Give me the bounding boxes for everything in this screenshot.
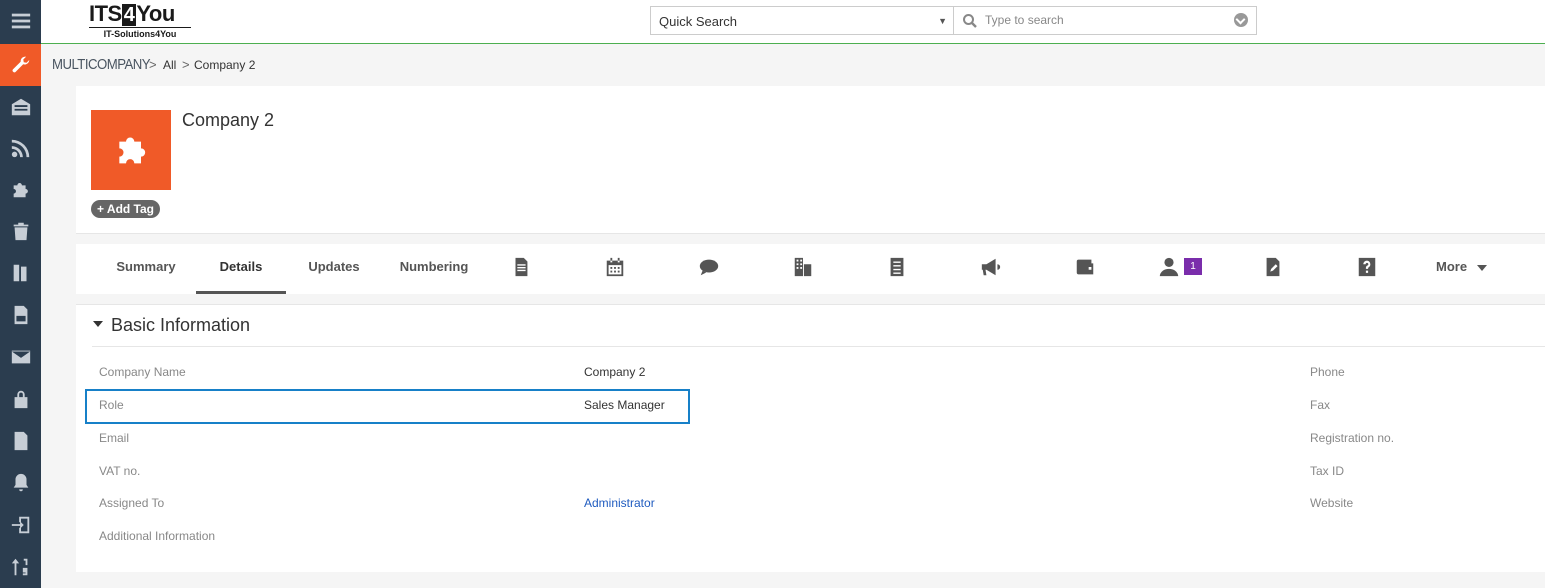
wallet-icon[interactable] bbox=[1072, 254, 1098, 280]
chevron-right-icon: > bbox=[149, 57, 157, 72]
wrench-icon[interactable] bbox=[0, 44, 41, 86]
puzzle-icon bbox=[119, 137, 146, 164]
chevron-right-icon: > bbox=[182, 57, 190, 72]
user-icon[interactable] bbox=[1156, 254, 1182, 280]
field-label-email: Email bbox=[99, 431, 130, 445]
more-tabs-button[interactable]: More bbox=[1436, 244, 1487, 290]
field-value-assigned-to[interactable]: Administrator bbox=[584, 496, 655, 510]
breadcrumb-module[interactable]: MULTICOMPANY bbox=[52, 56, 151, 73]
trash-icon[interactable] bbox=[0, 210, 41, 252]
logo-text-4: 4 bbox=[121, 4, 137, 26]
list-icon[interactable] bbox=[884, 254, 910, 280]
tab-updates[interactable]: Updates bbox=[294, 244, 374, 294]
global-search bbox=[954, 6, 1257, 35]
bell-icon[interactable] bbox=[0, 462, 41, 504]
email-inbox-icon[interactable] bbox=[0, 86, 41, 128]
field-value-company-name[interactable]: Company 2 bbox=[584, 365, 645, 379]
field-label-tax-id: Tax ID bbox=[1310, 464, 1345, 478]
left-sidebar bbox=[0, 0, 41, 588]
field-value-role[interactable]: Sales Manager bbox=[584, 398, 665, 412]
field-label-additional-info: Additional Information bbox=[99, 529, 216, 543]
puzzle-icon[interactable] bbox=[0, 168, 41, 210]
lock-icon[interactable] bbox=[0, 378, 41, 420]
advanced-search-icon[interactable] bbox=[1234, 13, 1248, 27]
search-icon bbox=[963, 14, 977, 28]
logo-text: ITS bbox=[89, 1, 122, 26]
basic-information-block: Basic Information Company Name Company 2… bbox=[76, 304, 1545, 572]
tab-summary[interactable]: Summary bbox=[104, 244, 188, 294]
field-label-company-name: Company Name bbox=[99, 365, 186, 379]
mail-icon[interactable] bbox=[0, 336, 41, 378]
mail-template-icon[interactable] bbox=[0, 420, 41, 462]
help-icon[interactable] bbox=[1354, 254, 1380, 280]
top-bar: ITS 4You IT-Solutions4You Quick Search ▼ bbox=[41, 0, 1545, 44]
caret-down-icon bbox=[1476, 264, 1487, 271]
field-label-vat: VAT no. bbox=[99, 464, 141, 478]
field-label-assigned-to: Assigned To bbox=[99, 496, 165, 510]
block-title: Basic Information bbox=[111, 315, 251, 335]
field-label-fax: Fax bbox=[1310, 398, 1331, 412]
add-tag-button[interactable]: + Add Tag bbox=[91, 200, 160, 218]
company-logo[interactable]: ITS 4You IT-Solutions4You bbox=[89, 2, 191, 42]
more-label: More bbox=[1436, 259, 1468, 274]
field-label-phone: Phone bbox=[1310, 365, 1345, 379]
record-image bbox=[91, 110, 171, 190]
logo-subtitle: IT-Solutions4You bbox=[89, 27, 191, 39]
tab-details[interactable]: Details bbox=[196, 244, 286, 294]
divider bbox=[92, 346, 1545, 347]
quick-search-label: Quick Search bbox=[659, 14, 738, 29]
menu-icon[interactable] bbox=[0, 0, 41, 42]
field-label-registration: Registration no. bbox=[1310, 431, 1395, 445]
field-label-role: Role bbox=[99, 398, 124, 412]
caret-down-icon bbox=[93, 321, 103, 328]
book-icon[interactable] bbox=[0, 252, 41, 294]
record-tabs: Summary Details Updates Numbering 1 More bbox=[76, 244, 1545, 294]
pdf-icon[interactable] bbox=[0, 294, 41, 336]
block-toggle[interactable]: Basic Information bbox=[93, 315, 250, 336]
breadcrumb-record: Company 2 bbox=[194, 58, 256, 72]
comment-icon[interactable] bbox=[696, 254, 722, 280]
rss-icon[interactable] bbox=[0, 127, 41, 169]
logo-text-you: You bbox=[136, 1, 175, 26]
edit-document-icon[interactable] bbox=[1260, 254, 1286, 280]
breadcrumb-filter[interactable]: All bbox=[163, 58, 176, 72]
megaphone-icon[interactable] bbox=[978, 254, 1004, 280]
document-icon[interactable] bbox=[508, 254, 534, 280]
calendar-icon[interactable] bbox=[602, 254, 628, 280]
caret-down-icon: ▼ bbox=[938, 16, 947, 26]
breadcrumb: MULTICOMPANY > All > Company 2 bbox=[41, 45, 1545, 85]
import-icon[interactable] bbox=[0, 504, 41, 546]
record-title: Company 2 bbox=[182, 110, 275, 130]
sort-numeric-icon[interactable] bbox=[0, 546, 41, 588]
record-header: Company 2 + Add Tag bbox=[76, 86, 1545, 234]
search-input[interactable] bbox=[985, 13, 1215, 27]
field-label-website: Website bbox=[1310, 496, 1354, 510]
quick-search-select[interactable]: Quick Search ▼ bbox=[650, 6, 954, 35]
building-icon[interactable] bbox=[790, 254, 816, 280]
contacts-count-badge: 1 bbox=[1184, 258, 1202, 275]
tab-numbering[interactable]: Numbering bbox=[386, 244, 482, 294]
